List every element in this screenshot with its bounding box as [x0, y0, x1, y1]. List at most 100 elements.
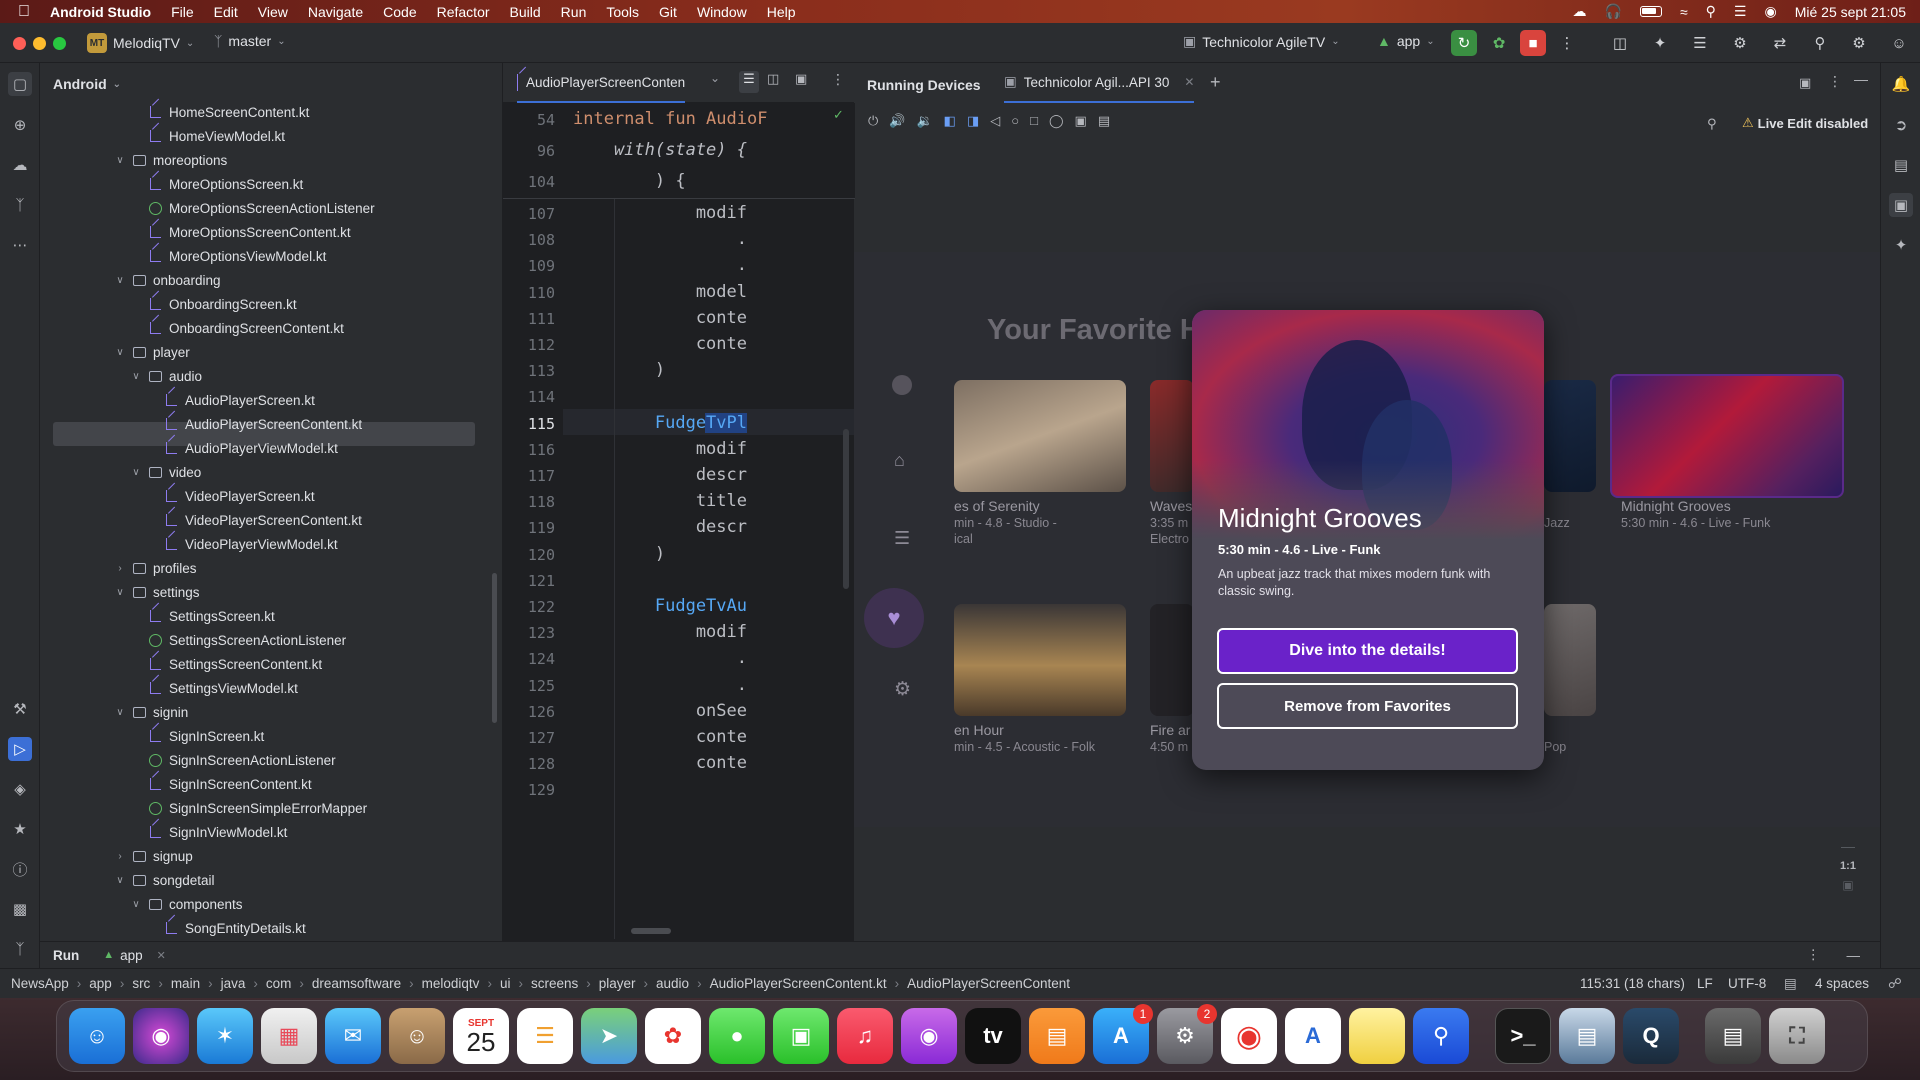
books-icon[interactable]: ▤ [1029, 1008, 1085, 1064]
breadcrumb-item[interactable]: player [599, 976, 636, 991]
editor-tab[interactable]: AudioPlayerScreenConten [517, 63, 686, 103]
device-tab[interactable]: ▣ Technicolor Agil...API 30 ✕ [1004, 63, 1195, 103]
settings-icon[interactable]: ⚙ [1846, 30, 1872, 56]
menu-window[interactable]: Window [697, 4, 747, 20]
layout-inspect-icon[interactable]: ⚲ [1707, 116, 1717, 132]
code-line[interactable]: conte [573, 334, 747, 354]
tree-file[interactable]: VideoPlayerScreenContent.kt [145, 508, 362, 532]
run-label[interactable]: Run [53, 948, 79, 963]
app-quality-icon[interactable]: ◈ [8, 777, 32, 801]
song-card-image[interactable] [954, 380, 1126, 492]
breadcrumb-item[interactable]: screens [531, 976, 578, 991]
breadcrumb-item[interactable]: NewsApp [11, 976, 69, 991]
search-icon[interactable]: ⚲ [1706, 3, 1716, 20]
runbar-more-icon[interactable]: ⋮ [1807, 947, 1821, 963]
song-card-image[interactable] [954, 604, 1126, 716]
menu-build[interactable]: Build [510, 4, 541, 20]
chevron-down-icon[interactable]: ∨ [129, 371, 143, 382]
safari-icon[interactable]: ✶ [197, 1008, 253, 1064]
code-line[interactable]: internal fun AudioF [573, 109, 767, 129]
chevron-right-icon[interactable]: › [113, 563, 127, 574]
messages-icon[interactable]: ● [709, 1008, 765, 1064]
song-card-image[interactable] [1150, 380, 1194, 492]
close-icon[interactable]: ✕ [157, 949, 166, 962]
code-line[interactable]: ) { [573, 171, 686, 191]
project-view-selector[interactable]: Android ⌄ [53, 76, 121, 92]
wifi-icon[interactable]: ≈ [1680, 4, 1688, 20]
close-icon[interactable]: ✕ [1184, 75, 1194, 89]
code-line[interactable]: ) [573, 360, 665, 380]
queue-nav-icon[interactable]: ☰ [894, 528, 910, 549]
maximize-icon[interactable]: ▣ [1799, 75, 1811, 91]
screen-record-icon[interactable]: ▣ [1075, 113, 1087, 129]
code-line[interactable]: . [573, 229, 747, 249]
code-view-icon[interactable]: ☰ [739, 71, 759, 93]
line-separator[interactable]: LF [1697, 976, 1713, 991]
more-actions-icon[interactable]: ⋮ [1554, 30, 1580, 56]
tree-file[interactable]: SignInViewModel.kt [129, 820, 287, 844]
tree-folder[interactable]: ∨ songdetail [113, 868, 214, 892]
device-manager-icon[interactable]: ◫ [1607, 30, 1633, 56]
code-line[interactable]: modif [573, 622, 747, 642]
code-line[interactable]: model [573, 282, 747, 302]
tree-file[interactable]: VideoPlayerScreen.kt [145, 484, 315, 508]
tree-file[interactable]: SongEntityDetails.kt [145, 916, 306, 940]
chrome-icon[interactable]: ◉ [1221, 1008, 1277, 1064]
rerun-icon[interactable]: ↻ [1451, 30, 1477, 56]
tree-folder[interactable]: ∨ moreoptions [113, 148, 227, 172]
menu-git[interactable]: Git [659, 4, 677, 20]
editor-more-icon[interactable]: ⋮ [831, 71, 845, 88]
run-config-selector[interactable]: ▲ app ⌄ [1377, 33, 1435, 49]
chevron-right-icon[interactable]: › [113, 851, 127, 862]
launchpad-icon[interactable]: ▦ [261, 1008, 317, 1064]
tree-file[interactable]: SignInScreenContent.kt [129, 772, 312, 796]
run-tab[interactable]: ▲ app ✕ [103, 948, 166, 963]
breadcrumb-item[interactable]: src [132, 976, 150, 991]
code-line[interactable]: . [573, 648, 747, 668]
notifications-icon[interactable]: 🔔 [1889, 72, 1913, 96]
chevron-down-icon[interactable]: ∨ [113, 587, 127, 598]
chevron-down-icon[interactable]: ∨ [113, 347, 127, 358]
siri-icon[interactable]: ◉ [1764, 3, 1776, 20]
zoom-actual-button[interactable]: 1:1 [1840, 860, 1856, 872]
debug-icon[interactable]: ✿ [1486, 30, 1512, 56]
power-icon[interactable]: ⏻ [868, 113, 878, 129]
code-line[interactable]: conte [573, 727, 747, 747]
contacts-icon[interactable]: ☺ [389, 1008, 445, 1064]
rotate-right-icon[interactable]: ◨ [967, 113, 979, 129]
breadcrumb-item[interactable]: ui [500, 976, 511, 991]
podcasts-icon[interactable]: ◉ [901, 1008, 957, 1064]
device-selector[interactable]: ▣ Technicolor AgileTV ⌄ [1183, 33, 1340, 50]
git-icon[interactable]: ᛉ [8, 937, 32, 961]
layout-inspector-icon[interactable]: ☰ [1687, 30, 1713, 56]
settings-nav-icon[interactable]: ⚙ [894, 678, 911, 701]
terminal-app-icon[interactable]: >_ [1495, 1008, 1551, 1064]
code-line[interactable]: modif [573, 439, 747, 459]
code-line[interactable]: descr [573, 465, 747, 485]
breadcrumb-item[interactable]: dreamsoftware [312, 976, 401, 991]
file-encoding[interactable]: UTF-8 [1728, 976, 1766, 991]
breadcrumb-item[interactable]: AudioPlayerScreenContent [907, 976, 1070, 991]
profiler-icon[interactable]: ✦ [1647, 30, 1673, 56]
code-line[interactable]: with(state) { [573, 140, 747, 160]
trash-icon[interactable]: ⛶ [1769, 1008, 1825, 1064]
control-center-icon[interactable]: ☰ [1734, 3, 1747, 20]
menu-tools[interactable]: Tools [606, 4, 639, 20]
tree-file[interactable]: VideoPlayerViewModel.kt [145, 532, 338, 556]
window-close-button[interactable] [13, 37, 26, 50]
profile-avatar-icon[interactable] [892, 375, 912, 395]
tree-folder[interactable]: ∨ signin [113, 700, 188, 724]
headphones-icon[interactable]: 🎧 [1605, 3, 1622, 20]
mail-icon[interactable]: ✉ [325, 1008, 381, 1064]
editor-hscrollbar[interactable] [631, 928, 671, 934]
problems-icon[interactable]: ⓘ [8, 857, 32, 881]
design-view-icon[interactable]: ▣ [795, 71, 807, 87]
breadcrumb-item[interactable]: com [266, 976, 292, 991]
app-store-icon[interactable]: A1 [1093, 1004, 1153, 1064]
editor-vscrollbar[interactable] [843, 429, 849, 589]
overview-icon[interactable]: □ [1030, 113, 1038, 129]
live-edit-status[interactable]: ⚠ Live Edit disabled [1742, 115, 1868, 131]
project-folder-icon[interactable]: ▢ [8, 72, 32, 96]
facetime-icon[interactable]: ▣ [773, 1008, 829, 1064]
code-line[interactable]: onSee [573, 701, 747, 721]
